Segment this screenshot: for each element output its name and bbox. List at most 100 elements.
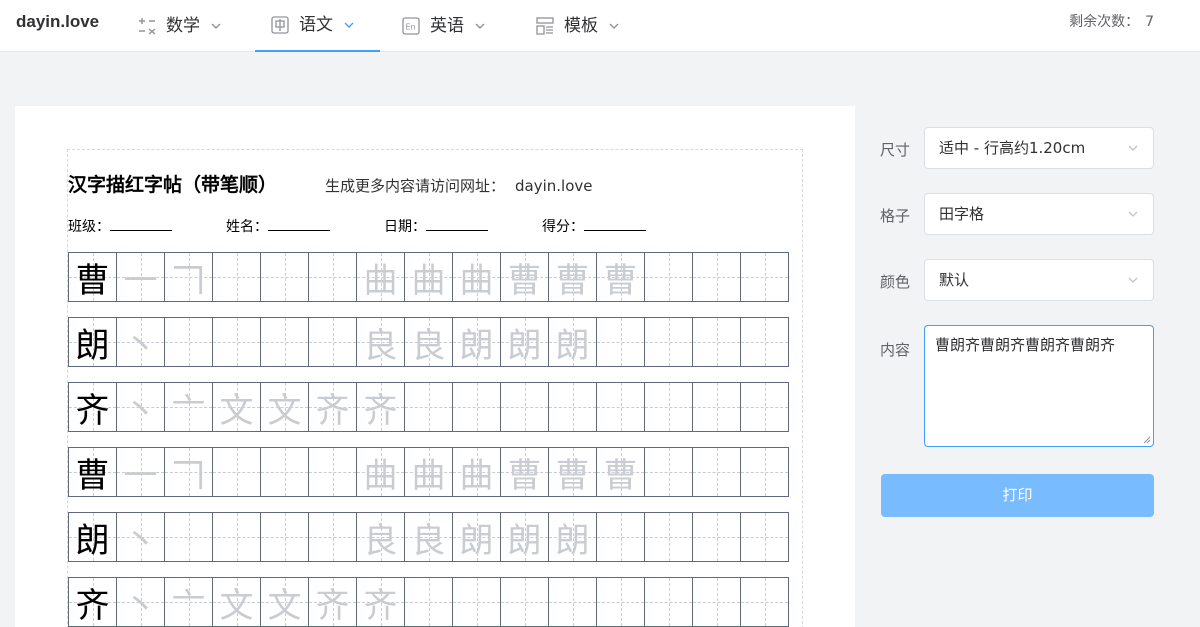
grid-cell: 曹 [68, 447, 117, 497]
nav-english[interactable]: En 英语 [386, 0, 502, 52]
grid-select[interactable]: 田字格 [924, 193, 1154, 235]
grid-cell [308, 252, 357, 302]
worksheet-sheet: 汉字描红字帖（带笔顺） 生成更多内容请访问网址： dayin.love 班级： 姓… [67, 149, 803, 627]
field-blank [426, 218, 488, 231]
stroke-order-trace: 文 [267, 390, 302, 431]
grid-cell: 丶 [116, 577, 165, 627]
empty-practice-cell [693, 318, 740, 366]
grid-cell: 曹 [596, 252, 645, 302]
grid-cell [500, 577, 549, 627]
content-label: 内容 [880, 341, 911, 359]
grid-cell: 曲 [404, 252, 453, 302]
grid-cell: 良 [404, 512, 453, 562]
field-score: 得分： [542, 216, 646, 236]
nav-chinese-label: 语文 [299, 15, 333, 35]
stroke-order-trace: 良 [363, 520, 398, 561]
chinese-char-icon [271, 16, 289, 34]
stroke-order-trace: 亠 [171, 585, 206, 626]
grid-cell: 一 [116, 252, 165, 302]
stroke-order-trace: 曹 [507, 455, 542, 496]
empty-practice-cell [597, 318, 644, 366]
stroke-order-trace: 曲 [411, 455, 446, 496]
grid-cell [260, 447, 309, 497]
size-label: 尺寸 [880, 141, 911, 159]
practice-row: 朗丶良良朗朗朗 [68, 317, 804, 367]
resize-handle-icon[interactable] [1143, 436, 1151, 444]
stroke-order-trace: 曲 [459, 260, 494, 301]
worksheet-title: 汉字描红字帖（带笔顺） [68, 174, 278, 196]
empty-practice-cell [693, 448, 740, 496]
grid-cell: 曲 [404, 447, 453, 497]
chevron-down-icon [475, 23, 485, 29]
empty-practice-cell [453, 578, 500, 626]
empty-practice-cell [597, 513, 644, 561]
stroke-order-trace: 朗 [459, 325, 494, 366]
empty-practice-cell [693, 578, 740, 626]
grid-cell [212, 252, 261, 302]
empty-practice-cell [693, 383, 740, 431]
grid-cell [740, 447, 789, 497]
field-date: 日期： [384, 216, 488, 236]
grid-select-value: 田字格 [939, 205, 985, 223]
stroke-order-trace: 丶 [123, 390, 158, 431]
grid-cell [692, 577, 741, 627]
chevron-down-icon [1128, 211, 1138, 217]
stroke-order-trace: 曹 [603, 260, 638, 301]
empty-practice-cell [549, 578, 596, 626]
stroke-order-trace: 良 [411, 325, 446, 366]
stroke-order-trace: 曲 [363, 455, 398, 496]
empty-practice-cell [405, 578, 452, 626]
grid-cell: 齐 [308, 577, 357, 627]
content-textarea[interactable]: 曹朗齐曹朗齐曹朗齐曹朗齐 [924, 325, 1154, 447]
stroke-order-trace: 齐 [363, 390, 398, 431]
empty-practice-cell [693, 513, 740, 561]
grid-cell: 良 [356, 317, 405, 367]
print-button[interactable]: 打印 [881, 474, 1154, 517]
grid-cell [260, 317, 309, 367]
empty-practice-cell [405, 383, 452, 431]
grid-cell [740, 252, 789, 302]
empty-practice-cell [501, 578, 548, 626]
stroke-order-trace [213, 513, 260, 561]
field-class-label: 班级： [68, 219, 110, 235]
empty-practice-cell [645, 448, 692, 496]
grid-cell: 丶 [116, 317, 165, 367]
stroke-order-trace: 曹 [555, 455, 590, 496]
grid-cell: 亠 [164, 382, 213, 432]
grid-cell: 曹 [548, 252, 597, 302]
grid-cell: 朗 [548, 317, 597, 367]
color-select[interactable]: 默认 [924, 259, 1154, 301]
grid-cell [452, 382, 501, 432]
stroke-order-trace [309, 513, 356, 561]
stroke-order-trace: 曹 [555, 260, 590, 301]
nav-math[interactable]: 数学 [122, 0, 238, 52]
model-character: 朗 [75, 325, 110, 366]
size-select[interactable]: 适中 - 行高约1.20cm [924, 127, 1154, 169]
stroke-order-trace: 文 [267, 585, 302, 626]
grid-cell [596, 382, 645, 432]
stroke-order-trace [309, 318, 356, 366]
field-blank [584, 218, 646, 231]
nav-chinese[interactable]: 语文 [255, 0, 380, 52]
grid-cell: 一 [116, 447, 165, 497]
brand-logo[interactable]: dayin.love [16, 0, 99, 52]
stroke-order-trace: 一 [123, 455, 158, 496]
empty-practice-cell [645, 383, 692, 431]
stroke-order-trace: 齐 [315, 585, 350, 626]
nav-template[interactable]: 模板 [520, 0, 636, 52]
grid-cell [644, 382, 693, 432]
grid-cell: 文 [260, 382, 309, 432]
grid-cell: 𠃍 [164, 447, 213, 497]
empty-practice-cell [741, 513, 788, 561]
stroke-order-trace [213, 318, 260, 366]
size-select-value: 适中 - 行高约1.20cm [939, 139, 1086, 157]
empty-practice-cell [741, 578, 788, 626]
color-select-value: 默认 [939, 271, 970, 289]
grid-cell: 曹 [68, 252, 117, 302]
model-character: 曹 [75, 260, 110, 301]
chevron-down-icon [1128, 145, 1138, 151]
empty-practice-cell [501, 383, 548, 431]
remaining-count-value: 7 [1145, 14, 1154, 30]
field-class: 班级： [68, 216, 172, 236]
field-blank [110, 218, 172, 231]
